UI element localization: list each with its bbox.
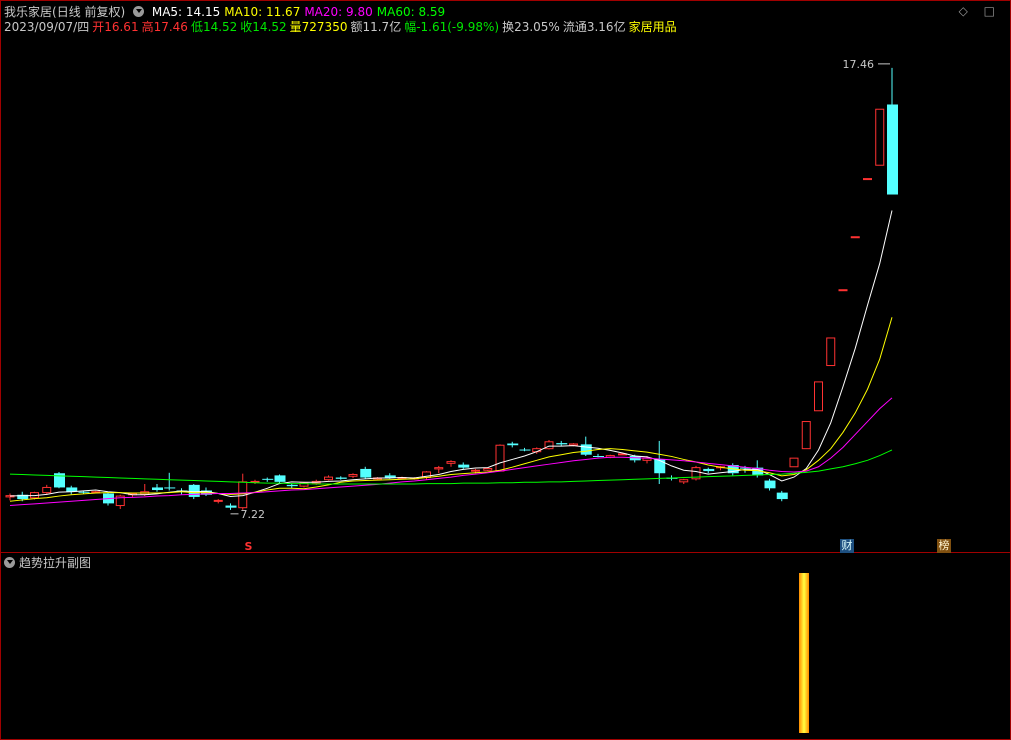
ma-line-ma20: [9, 397, 893, 507]
candle-body-26: [324, 476, 333, 481]
ma-line-ma5: [9, 210, 893, 497]
candle-body-42: [519, 449, 531, 451]
candle-body-66: [814, 381, 823, 412]
candle-body-53: [654, 459, 666, 474]
candle-body-3: [42, 486, 52, 494]
candle-body-31: [384, 475, 396, 478]
candle-body-17: [213, 499, 223, 502]
candle-body-36: [446, 461, 456, 464]
candle-body-6: [78, 491, 90, 493]
candle-body-23: [286, 484, 298, 487]
candle-body-35: [434, 467, 444, 470]
candle-body-27: [335, 477, 347, 479]
candle-body-12: [152, 487, 163, 491]
candle-body-57: [703, 468, 715, 472]
candle-body-38: [471, 469, 480, 472]
pane-divider[interactable]: [1, 552, 1010, 553]
high-label: 17.46: [843, 58, 875, 71]
candle-body-69: [850, 236, 860, 239]
candle-body-70: [863, 178, 872, 181]
candle-body-72: [887, 104, 898, 195]
candle-body-55: [679, 479, 689, 483]
ma-line-ma60: [9, 449, 893, 485]
candle-body-39: [483, 467, 493, 471]
candle-body-18: [225, 505, 237, 508]
sub-chart-dropdown-icon[interactable]: [4, 557, 15, 568]
candle-body-67: [826, 337, 836, 367]
sub-chart-title: 趋势拉升副图: [19, 556, 92, 570]
main-chart[interactable]: 17.467.22S: [0, 0, 1011, 740]
candle-body-46: [569, 443, 578, 446]
low-label: 7.22: [241, 508, 266, 521]
candle-body-47: [580, 444, 592, 455]
candle-body-68: [838, 289, 848, 292]
sub-chart-header: 趋势拉升副图: [4, 555, 91, 571]
candle-body-64: [789, 457, 799, 468]
flag-cai[interactable]: 财: [840, 539, 854, 553]
flag-bang[interactable]: 榜: [937, 539, 951, 553]
candle-body-29: [360, 468, 372, 478]
sub-signal-bar-0: [799, 573, 809, 733]
candle-body-45: [556, 443, 568, 445]
candle-body-22: [274, 475, 286, 482]
candle-body-48: [593, 456, 604, 457]
candle-body-28: [348, 474, 358, 477]
candle-body-21: [262, 478, 274, 480]
candle-body-13: [164, 487, 176, 489]
candle-body-62: [764, 480, 776, 489]
candle-body-71: [875, 108, 885, 166]
candle-body-37: [458, 464, 470, 468]
candle-body-65: [801, 421, 811, 450]
candle-body-40: [495, 444, 505, 472]
candle-body-63: [776, 492, 788, 500]
candle-body-41: [507, 443, 519, 446]
candle-body-15: [188, 484, 200, 497]
